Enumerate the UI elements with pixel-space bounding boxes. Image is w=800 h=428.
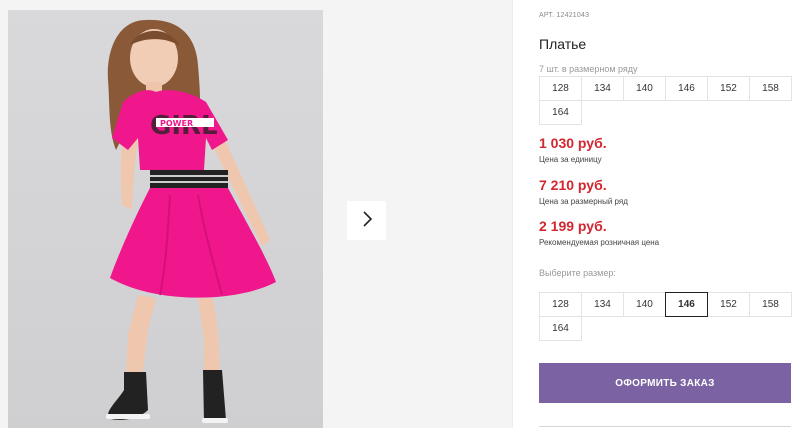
- size-option[interactable]: 152: [707, 292, 750, 317]
- size-option[interactable]: 128: [539, 292, 582, 317]
- size-option-selected[interactable]: 146: [665, 292, 708, 317]
- product-gallery: GIRL POWER: [0, 0, 512, 428]
- size-row-cell: 128: [539, 76, 582, 101]
- choose-size-label: Выберите размер:: [539, 268, 616, 278]
- size-row-price-caption: Цена за размерный ряд: [539, 197, 628, 206]
- product-page: GIRL POWER: [0, 0, 800, 428]
- retail-price-caption: Рекомендуемая розничная цена: [539, 238, 660, 247]
- size-row-cell: 164: [539, 100, 582, 125]
- size-row-grid: 128 134 140 146 152 158 164: [539, 76, 792, 125]
- column-divider: [512, 0, 513, 428]
- unit-price: 1 030 руб.: [539, 135, 607, 151]
- size-row-caption: 7 шт. в размерном ряду: [539, 64, 638, 74]
- girl-in-pink-dress-illustration: GIRL POWER: [106, 19, 276, 423]
- size-row-price: 7 210 руб.: [539, 177, 607, 193]
- article-number: АРТ. 12421043: [539, 12, 590, 19]
- size-row-cell: 152: [707, 76, 750, 101]
- size-option[interactable]: 158: [749, 292, 792, 317]
- size-option[interactable]: 134: [581, 292, 624, 317]
- size-row-cell: 134: [581, 76, 624, 101]
- svg-text:POWER: POWER: [160, 119, 193, 128]
- next-image-button[interactable]: [347, 201, 386, 240]
- product-photo[interactable]: GIRL POWER: [8, 10, 323, 428]
- size-option[interactable]: 164: [539, 316, 582, 341]
- bottom-divider: [539, 426, 791, 427]
- size-row-cell: 146: [665, 76, 708, 101]
- chevron-right-icon: [361, 211, 373, 230]
- size-row-cell: 140: [623, 76, 666, 101]
- dress-print: GIRL POWER: [150, 111, 218, 141]
- product-title: Платье: [539, 36, 587, 52]
- retail-price: 2 199 руб.: [539, 218, 607, 234]
- unit-price-caption: Цена за единицу: [539, 155, 602, 164]
- size-row-cell: 158: [749, 76, 792, 101]
- size-option[interactable]: 140: [623, 292, 666, 317]
- size-chooser: 128 134 140 146 152 158 164: [539, 292, 792, 341]
- place-order-button[interactable]: ОФОРМИТЬ ЗАКАЗ: [539, 363, 791, 403]
